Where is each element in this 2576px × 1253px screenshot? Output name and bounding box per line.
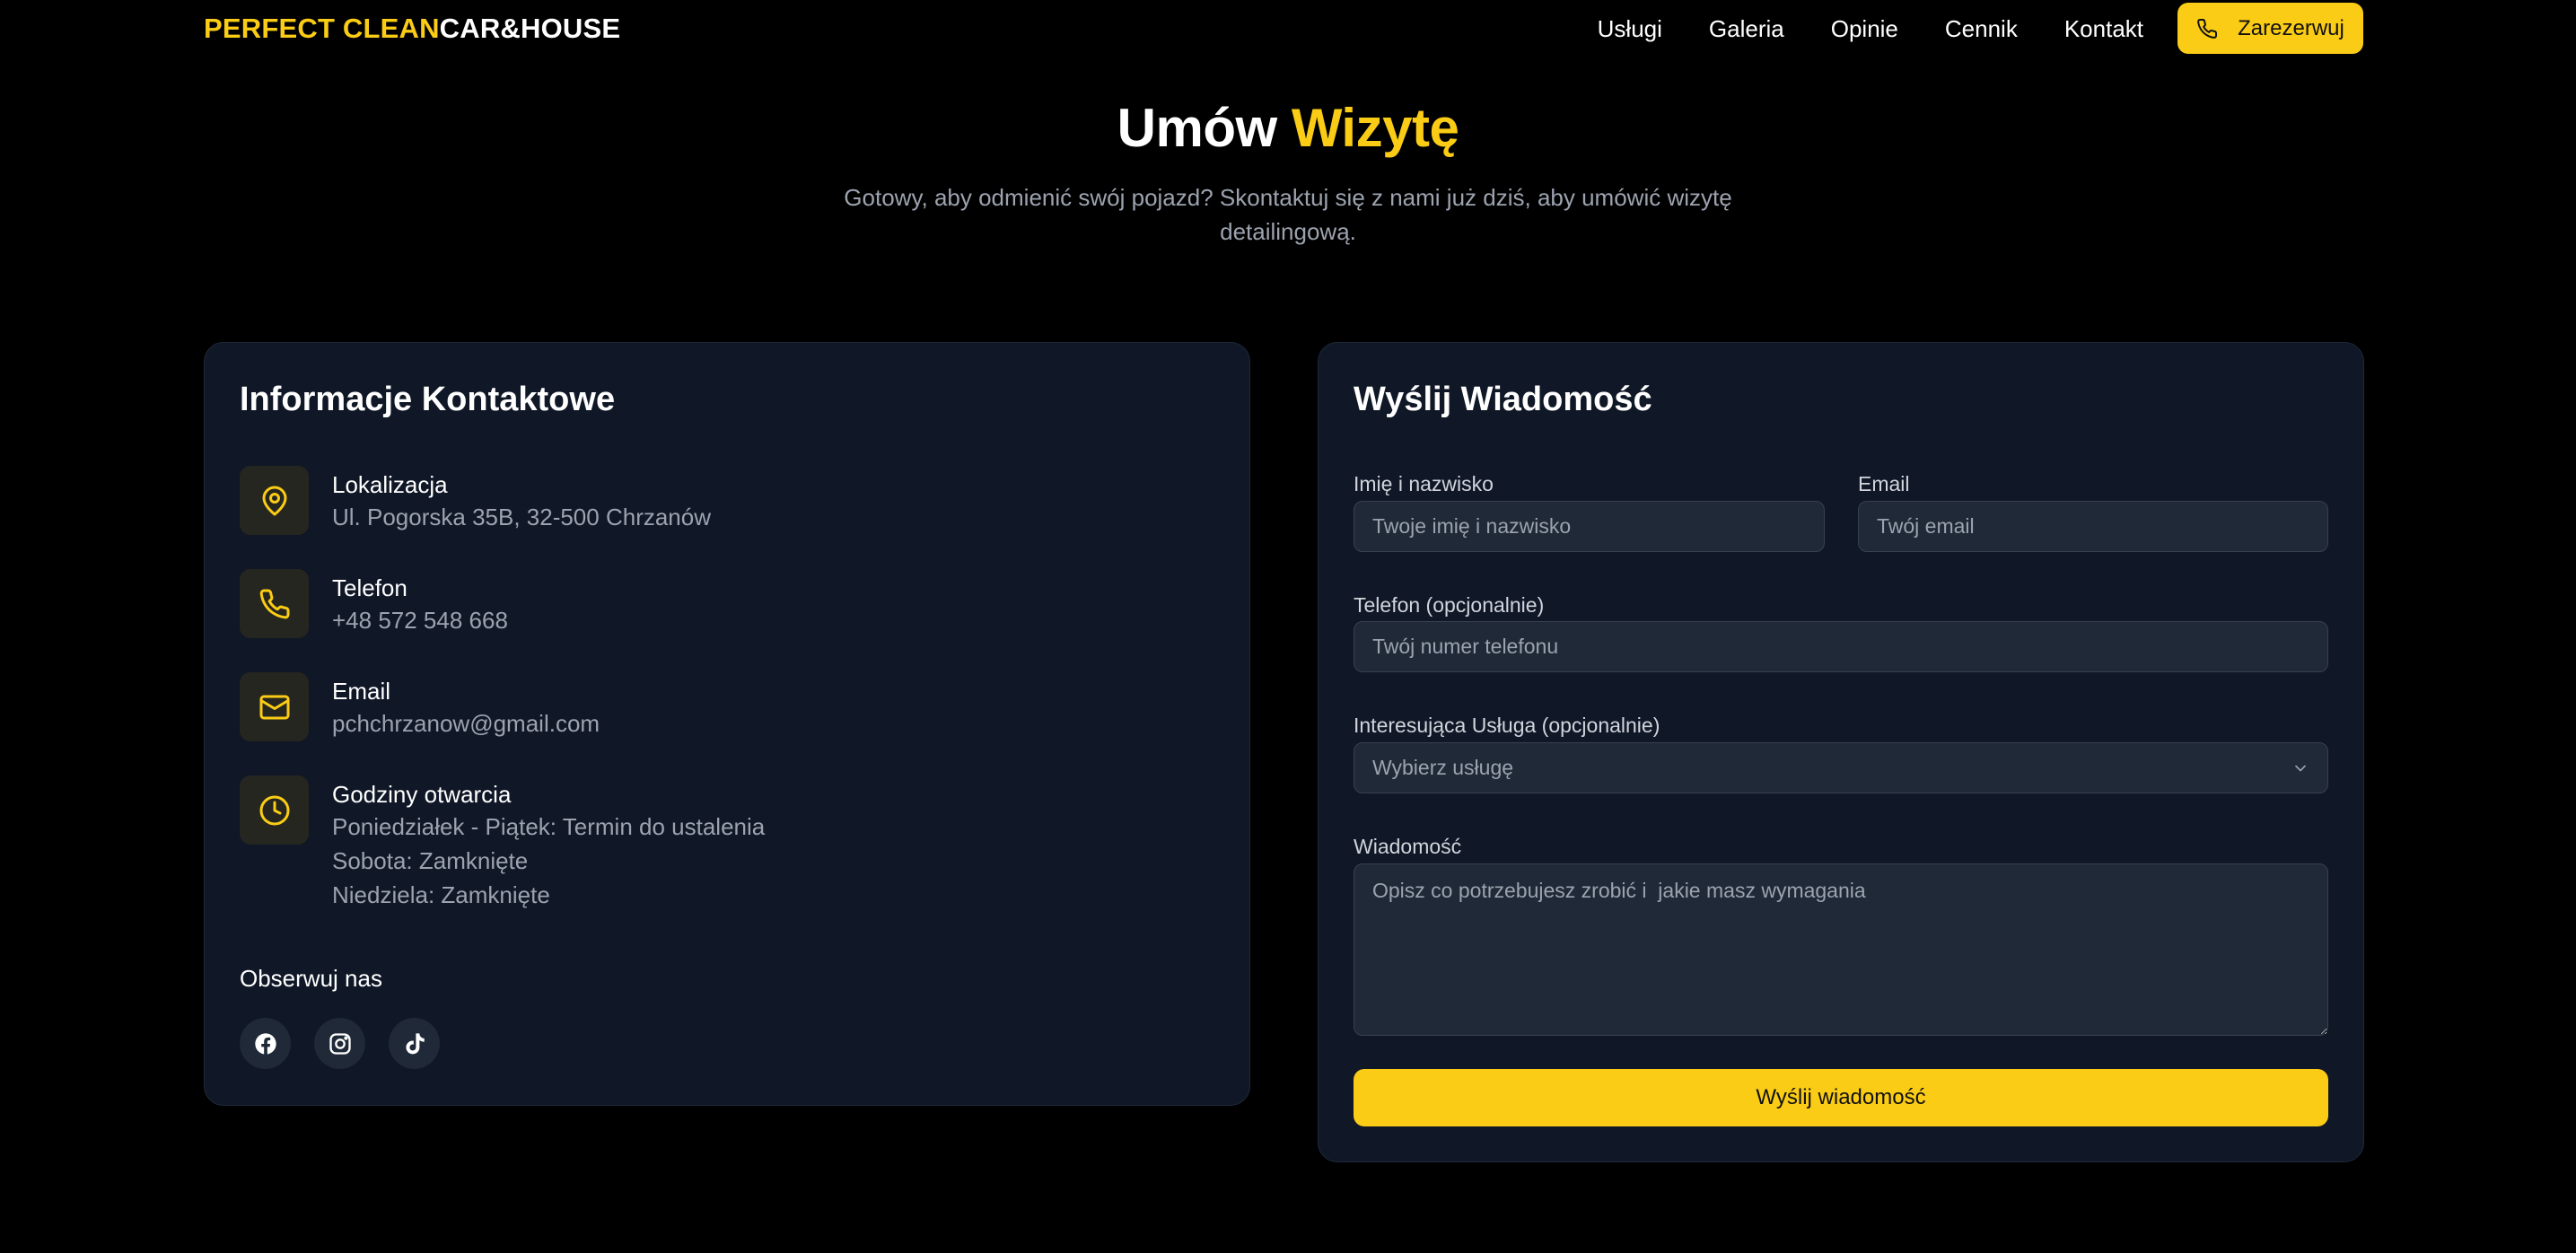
- hours-label: Godziny otwarcia: [332, 781, 512, 808]
- instagram-icon[interactable]: [314, 1018, 365, 1069]
- book-button[interactable]: Zarezerwuj: [2177, 3, 2363, 54]
- logo-accent: PERFECT CLEAN: [204, 13, 440, 44]
- chevron-down-icon: [2295, 765, 2306, 772]
- email-label: Email: [332, 678, 391, 705]
- location-value: Ul. Pogorska 35B, 32-500 Chrzanów: [332, 504, 712, 530]
- service-select-value: Wybierz usługę: [1372, 756, 1514, 779]
- name-input[interactable]: [1354, 501, 1825, 552]
- map-pin-icon: [240, 466, 309, 535]
- nav-link-cennik[interactable]: Cennik: [1945, 15, 2018, 43]
- page-subtitle: Gotowy, aby odmienić swój pojazd? Skonta…: [844, 184, 1732, 245]
- service-select[interactable]: Wybierz usługę: [1354, 742, 2328, 793]
- page: PERFECT CLEANCAR&HOUSE Usługi Galeria Op…: [0, 0, 2576, 1253]
- social-links: [240, 1018, 440, 1069]
- title-start: Umów: [1117, 98, 1278, 158]
- nav-link-uslugi[interactable]: Usługi: [1598, 15, 1662, 43]
- phone-input[interactable]: [1354, 621, 2328, 672]
- hours-sunday: Niedziela: Zamknięte: [332, 881, 550, 908]
- logo[interactable]: PERFECT CLEANCAR&HOUSE: [204, 13, 620, 45]
- mail-icon: [240, 672, 309, 741]
- clock-icon: [240, 775, 309, 845]
- nav-link-galeria[interactable]: Galeria: [1709, 15, 1784, 43]
- nav-link-kontakt[interactable]: Kontakt: [2064, 15, 2143, 43]
- message-label: Wiadomość: [1354, 835, 1462, 858]
- email-input[interactable]: [1858, 501, 2328, 552]
- phone-icon: [240, 569, 309, 638]
- nav-link-opinie[interactable]: Opinie: [1831, 15, 1898, 43]
- submit-button[interactable]: Wyślij wiadomość: [1354, 1069, 2328, 1126]
- tiktok-icon[interactable]: [389, 1018, 440, 1069]
- email-label: Email: [1858, 472, 1910, 495]
- email-value[interactable]: pchchrzanow@gmail.com: [332, 706, 600, 740]
- phone-label: Telefon (opcjonalnie): [1354, 593, 1545, 617]
- message-textarea[interactable]: [1354, 863, 2328, 1036]
- book-button-label: Zarezerwuj: [2238, 15, 2344, 40]
- message-form-title: Wyślij Wiadomość: [1354, 381, 1652, 418]
- location-label: Lokalizacja: [332, 471, 448, 498]
- title-accent: Wizytę: [1291, 98, 1459, 158]
- navbar: PERFECT CLEANCAR&HOUSE Usługi Galeria Op…: [0, 0, 2576, 57]
- phone-value[interactable]: +48 572 548 668: [332, 603, 508, 637]
- phone-icon: [2197, 18, 2218, 39]
- contact-info-title: Informacje Kontaktowe: [240, 381, 616, 418]
- logo-rest: CAR&HOUSE: [439, 13, 621, 44]
- message-form-card: Wyślij Wiadomość Imię i nazwisko Email T…: [1318, 342, 2364, 1162]
- follow-label: Obserwuj nas: [240, 965, 382, 992]
- contact-info-card: Informacje Kontaktowe Lokalizacja Ul. Po…: [204, 342, 1250, 1106]
- hours-saturday: Sobota: Zamknięte: [332, 847, 529, 874]
- hours-weekdays: Poniedziałek - Piątek: Termin do ustalen…: [332, 813, 766, 840]
- name-label: Imię i nazwisko: [1354, 472, 1494, 495]
- phone-label: Telefon: [332, 574, 407, 601]
- nav-links: Usługi Galeria Opinie Cennik Kontakt: [1598, 0, 2143, 57]
- service-label: Interesująca Usługa (opcjonalnie): [1354, 714, 1660, 737]
- page-title: Umów Wizytę: [0, 97, 2576, 159]
- facebook-icon[interactable]: [240, 1018, 291, 1069]
